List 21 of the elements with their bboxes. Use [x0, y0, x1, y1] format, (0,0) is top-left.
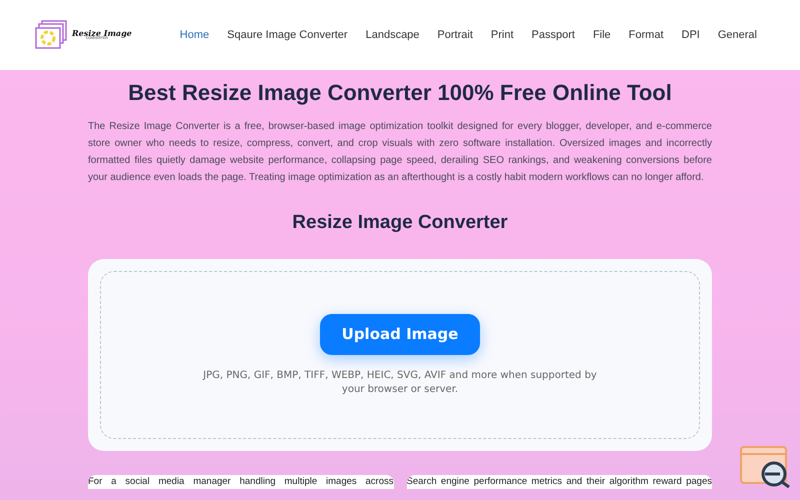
logo-title: Resize Image: [72, 29, 132, 38]
search-icon[interactable]: [740, 446, 792, 488]
nav-link[interactable]: Landscape: [356, 26, 428, 44]
nav-link[interactable]: General: [708, 26, 766, 44]
logo-icon: [34, 20, 68, 50]
nav-link[interactable]: Format: [620, 26, 673, 44]
nav-link[interactable]: Home: [170, 26, 218, 44]
nav-link[interactable]: Print: [482, 26, 523, 44]
nav-link[interactable]: DPI: [672, 26, 709, 44]
content-card: Search engine performance metrics and their algorithm reward pages: [406, 475, 712, 490]
section-heading: Resize Image Converter: [291, 212, 509, 236]
nav-link[interactable]: Portrait: [428, 26, 482, 44]
nav-link[interactable]: Sqaure Image Converter: [218, 26, 357, 44]
intro-paragraph: The Resize Image Converter is a free, browser-based image optimization toolkit designed for every blogger, developer, and e-commerce store owner who needs to resize, compress, convert, and crop visuals with zero software installation. Oversized images and incorrectly formatted files quietly damage website performance, collapsing page speed, derailing SEO rankings, and weakening conversions before your audience even loads the page. Treating image optimization as an afterthought is a costly habit modern workflows can no longer afford.: [88, 120, 712, 186]
upload-button[interactable]: Upload Image: [320, 314, 480, 355]
supported-formats-text: JPG, PNG, GIF, BMP, TIFF, WEBP, HEIC, SVG, AVIF and more when supported by your browser or server.: [202, 368, 598, 397]
nav-link[interactable]: Passport: [522, 26, 584, 44]
nav-link[interactable]: File: [584, 26, 620, 44]
content-card: For a social media manager handling multiple images across: [88, 475, 394, 490]
drop-zone[interactable]: Upload Image JPG, PNG, GIF, BMP, TIFF, WEBP, HEIC, SVG, AVIF and more when supported by your browser or server.: [100, 271, 700, 440]
page-title: Best Resize Image Converter 100% Free Online Tool: [127, 80, 673, 106]
